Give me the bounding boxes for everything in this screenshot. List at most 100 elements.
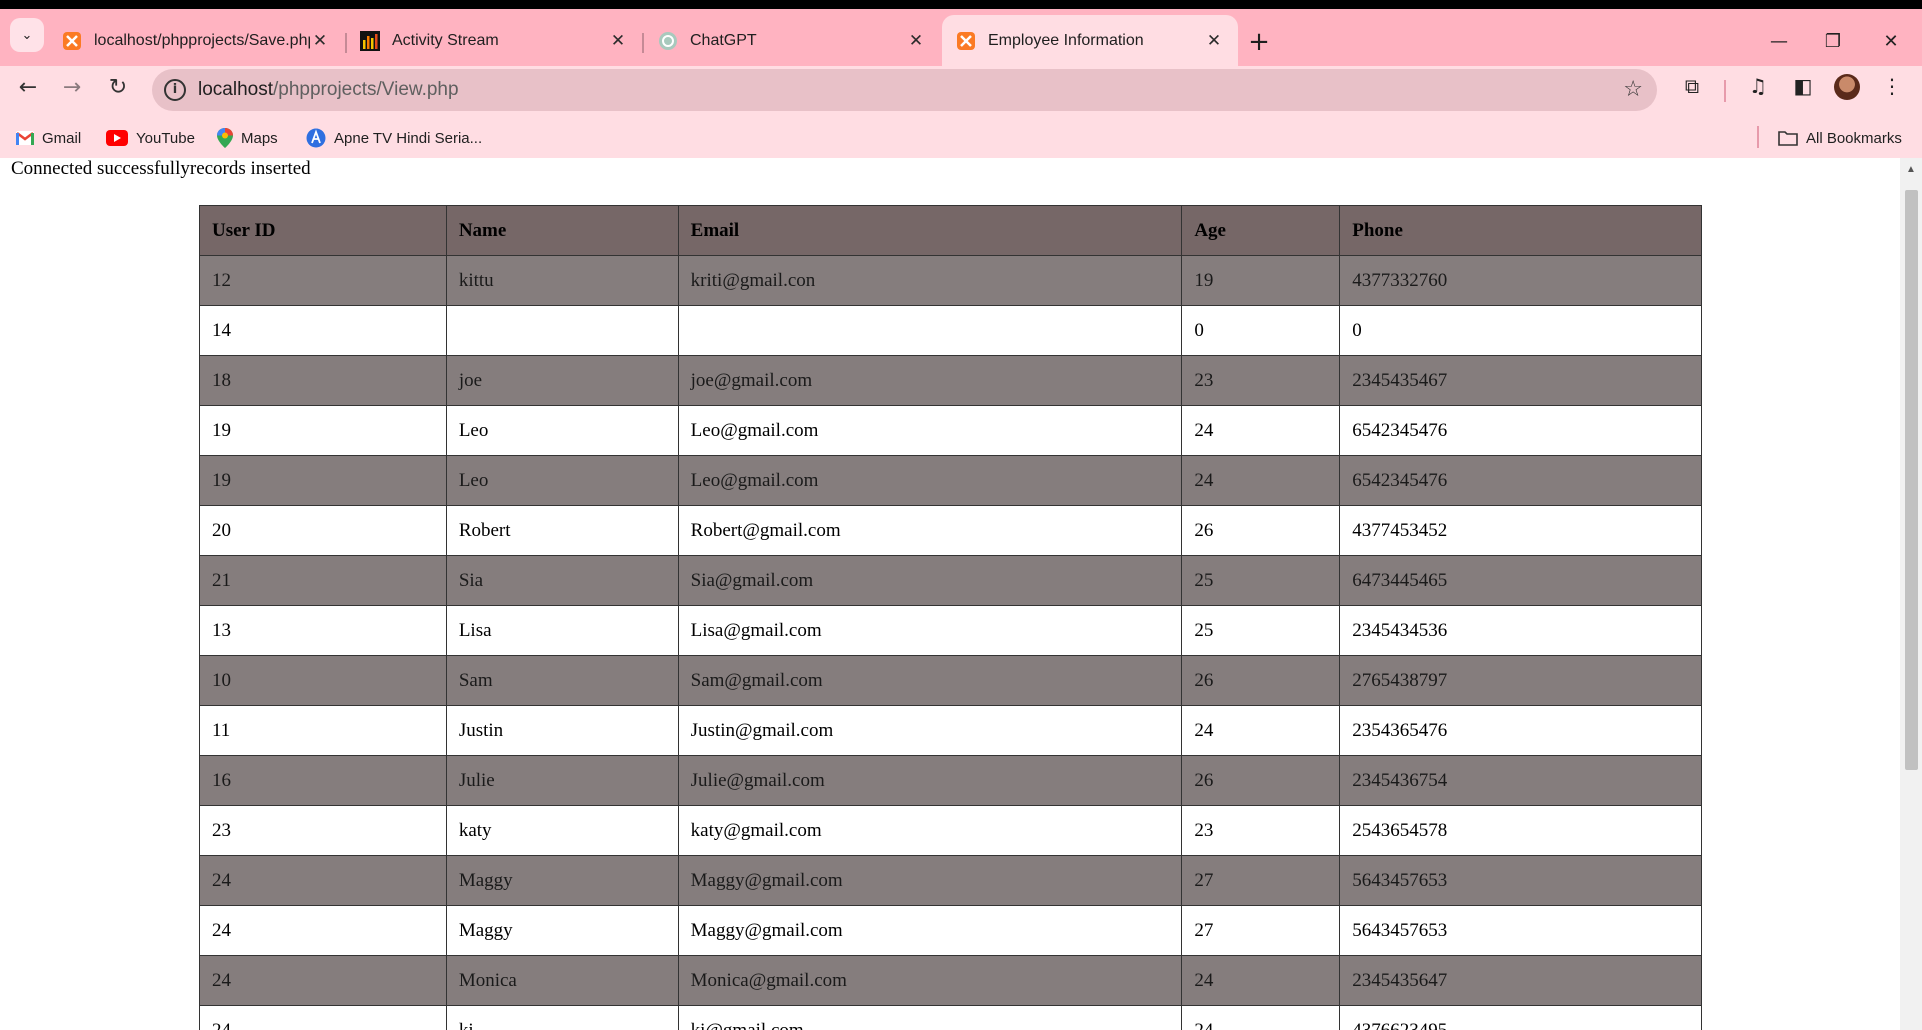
cell-age: 24 [1181, 705, 1341, 756]
tab-strip: ⌄ localhost/phpprojects/Save.php ✕ Activ… [0, 9, 1922, 66]
cell-name: Lisa [445, 605, 679, 656]
table-row: 20 Robert Robert@gmail.com 26 4377453452 [199, 505, 1702, 556]
address-bar[interactable]: i localhost/phpprojects/View.php ☆ [152, 69, 1657, 111]
cell-user-id: 10 [199, 655, 447, 706]
table-row: 10 Sam Sam@gmail.com 26 2765438797 [199, 655, 1702, 706]
all-bookmarks-button[interactable]: All Bookmarks [1778, 126, 1902, 150]
new-tab-button[interactable]: + [1244, 28, 1274, 58]
scrollbar-thumb[interactable] [1905, 190, 1918, 770]
menu-icon[interactable]: ⋮ [1876, 70, 1908, 102]
restore-button[interactable]: ❐ [1818, 27, 1848, 57]
bookmark-star-icon[interactable]: ☆ [1623, 69, 1643, 111]
cell-phone: 5643457653 [1339, 855, 1702, 906]
cell-phone: 6542345476 [1339, 455, 1702, 506]
bookmark-apne-tv[interactable]: Apne TV Hindi Seria... [306, 126, 482, 150]
table-header-row: User ID Name Email Age Phone [199, 205, 1702, 256]
media-controls-icon[interactable]: ♫ [1742, 70, 1774, 102]
tab-save-php[interactable]: localhost/phpprojects/Save.php ✕ [48, 15, 344, 66]
cell-email: ki@gmail.com [677, 1005, 1183, 1030]
table-row: 24 Monica Monica@gmail.com 24 2345435647 [199, 955, 1702, 1006]
xampp-icon [957, 31, 975, 50]
table-body: 12 kittu kriti@gmail.con 19 4377332760 14 0 0 18… [199, 255, 1702, 1030]
tab-chatgpt[interactable]: ChatGPT ✕ [644, 15, 940, 66]
bookmark-label: Maps [241, 129, 278, 147]
cell-name: Monica [445, 955, 679, 1006]
cell-phone: 2345435467 [1339, 355, 1702, 406]
side-panel-icon[interactable]: ◧ [1787, 70, 1819, 102]
tab-search-button[interactable]: ⌄ [10, 18, 44, 52]
cell-age: 26 [1181, 655, 1341, 706]
cell-name: joe [445, 355, 679, 406]
bookmark-label: Apne TV Hindi Seria... [334, 129, 483, 147]
cell-age: 27 [1181, 855, 1341, 906]
cell-age: 24 [1181, 455, 1341, 506]
close-icon[interactable]: ✕ [608, 31, 628, 51]
cell-phone: 2354365476 [1339, 705, 1702, 756]
chevron-down-icon: ⌄ [21, 27, 33, 43]
cell-name: Maggy [445, 855, 679, 906]
toolbar-separator [1724, 80, 1726, 102]
close-icon[interactable]: ✕ [1204, 31, 1224, 51]
table-row: 24 Maggy Maggy@gmail.com 27 5643457653 [199, 905, 1702, 956]
close-window-button[interactable]: ✕ [1876, 27, 1906, 57]
arrow-left-icon: ← [18, 75, 38, 100]
cell-name: Sam [445, 655, 679, 706]
table-row: 19 Leo Leo@gmail.com 24 6542345476 [199, 405, 1702, 456]
minimize-button[interactable]: — [1764, 27, 1794, 57]
cell-user-id: 24 [199, 955, 447, 1006]
cell-email: Maggy@gmail.com [677, 905, 1183, 956]
cell-user-id: 24 [199, 1005, 447, 1030]
cell-user-id: 19 [199, 405, 447, 456]
cell-email: joe@gmail.com [677, 355, 1183, 406]
bookmark-maps[interactable]: Maps [217, 126, 278, 150]
cell-phone: 6473445465 [1339, 555, 1702, 606]
cell-phone: 6542345476 [1339, 405, 1702, 456]
employee-table: User ID Name Email Age Phone 12 kittu krit… [199, 205, 1702, 1030]
gmail-icon [16, 131, 34, 145]
close-icon[interactable]: ✕ [906, 31, 926, 51]
cell-name: Sia [445, 555, 679, 606]
cell-user-id: 18 [199, 355, 447, 406]
cell-user-id: 12 [199, 255, 447, 306]
cell-phone: 2345436754 [1339, 755, 1702, 806]
cell-email: Lisa@gmail.com [677, 605, 1183, 656]
cell-phone: 0 [1339, 305, 1702, 356]
cell-email: Sia@gmail.com [677, 555, 1183, 606]
cell-name: Robert [445, 505, 679, 556]
plus-icon: + [1248, 27, 1270, 57]
back-button[interactable]: ← [10, 70, 46, 106]
table-row: 13 Lisa Lisa@gmail.com 25 2345434536 [199, 605, 1702, 656]
close-icon[interactable]: ✕ [310, 31, 330, 51]
tab-activity-stream[interactable]: Activity Stream ✕ [346, 15, 642, 66]
cell-email: Robert@gmail.com [677, 505, 1183, 556]
forward-button[interactable]: → [54, 70, 90, 106]
cell-name: ki [445, 1005, 679, 1030]
cell-age: 19 [1181, 255, 1341, 306]
bookmarks-bar: Gmail YouTube Maps Apne TV Hindi Seria..… [0, 118, 1922, 158]
url-host: localhost [198, 79, 273, 100]
status-message: Connected successfullyrecords inserted [11, 158, 311, 179]
tab-employee-information[interactable]: Employee Information ✕ [942, 15, 1238, 66]
reload-button[interactable]: ↻ [100, 70, 136, 106]
cell-age: 27 [1181, 905, 1341, 956]
cell-age: 0 [1181, 305, 1341, 356]
table-row: 24 ki ki@gmail.com 24 4376623495 [199, 1005, 1702, 1030]
cell-name: kittu [445, 255, 679, 306]
profile-avatar[interactable] [1834, 74, 1860, 100]
bookmark-youtube[interactable]: YouTube [106, 126, 195, 150]
bookmark-gmail[interactable]: Gmail [16, 126, 81, 150]
cell-age: 26 [1181, 755, 1341, 806]
table-row: 23 katy katy@gmail.com 23 2543654578 [199, 805, 1702, 856]
scroll-up-icon[interactable]: ▲ [1906, 164, 1916, 175]
site-info-icon[interactable]: i [164, 79, 186, 101]
vertical-scrollbar[interactable]: ▲ [1900, 158, 1922, 1030]
cell-name: Leo [445, 455, 679, 506]
all-bookmarks-label: All Bookmarks [1806, 129, 1902, 147]
cell-email [677, 305, 1183, 356]
cell-user-id: 23 [199, 805, 447, 856]
maps-icon [217, 128, 233, 148]
extensions-icon[interactable]: ⧉ [1676, 70, 1708, 102]
cell-email: Leo@gmail.com [677, 455, 1183, 506]
cell-email: Maggy@gmail.com [677, 855, 1183, 906]
cell-name: katy [445, 805, 679, 856]
